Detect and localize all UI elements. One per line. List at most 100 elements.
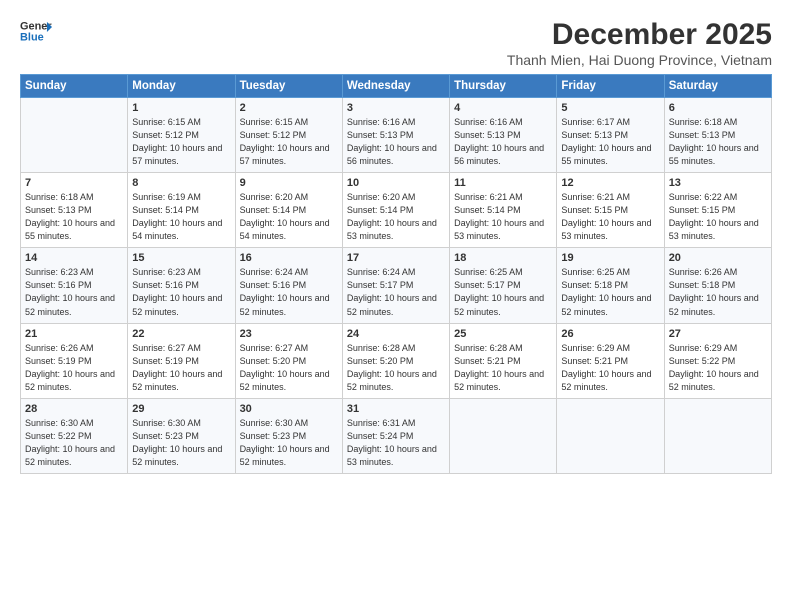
calendar-cell: 21 Sunrise: 6:26 AMSunset: 5:19 PMDaylig… [21, 323, 128, 398]
col-monday: Monday [128, 75, 235, 98]
day-number: 8 [132, 177, 230, 189]
day-number: 19 [561, 252, 659, 264]
col-thursday: Thursday [450, 75, 557, 98]
day-number: 27 [669, 328, 767, 340]
day-number: 26 [561, 328, 659, 340]
calendar-cell: 2 Sunrise: 6:15 AMSunset: 5:12 PMDayligh… [235, 98, 342, 173]
cell-content: Sunrise: 6:24 AMSunset: 5:16 PMDaylight:… [240, 266, 338, 318]
calendar-cell: 18 Sunrise: 6:25 AMSunset: 5:17 PMDaylig… [450, 248, 557, 323]
cell-content: Sunrise: 6:20 AMSunset: 5:14 PMDaylight:… [347, 191, 445, 243]
day-number: 1 [132, 102, 230, 114]
cell-content: Sunrise: 6:30 AMSunset: 5:23 PMDaylight:… [132, 417, 230, 469]
cell-content: Sunrise: 6:30 AMSunset: 5:23 PMDaylight:… [240, 417, 338, 469]
calendar-cell [450, 398, 557, 473]
day-number: 10 [347, 177, 445, 189]
calendar-week-5: 28 Sunrise: 6:30 AMSunset: 5:22 PMDaylig… [21, 398, 772, 473]
calendar-cell: 26 Sunrise: 6:29 AMSunset: 5:21 PMDaylig… [557, 323, 664, 398]
cell-content: Sunrise: 6:29 AMSunset: 5:22 PMDaylight:… [669, 342, 767, 394]
calendar-cell: 6 Sunrise: 6:18 AMSunset: 5:13 PMDayligh… [664, 98, 771, 173]
cell-content: Sunrise: 6:27 AMSunset: 5:19 PMDaylight:… [132, 342, 230, 394]
day-number: 25 [454, 328, 552, 340]
logo: General Blue [20, 18, 52, 46]
calendar-cell: 5 Sunrise: 6:17 AMSunset: 5:13 PMDayligh… [557, 98, 664, 173]
calendar-cell: 22 Sunrise: 6:27 AMSunset: 5:19 PMDaylig… [128, 323, 235, 398]
cell-content: Sunrise: 6:15 AMSunset: 5:12 PMDaylight:… [132, 116, 230, 168]
cell-content: Sunrise: 6:22 AMSunset: 5:15 PMDaylight:… [669, 191, 767, 243]
calendar-cell: 9 Sunrise: 6:20 AMSunset: 5:14 PMDayligh… [235, 173, 342, 248]
cell-content: Sunrise: 6:24 AMSunset: 5:17 PMDaylight:… [347, 266, 445, 318]
cell-content: Sunrise: 6:25 AMSunset: 5:18 PMDaylight:… [561, 266, 659, 318]
day-number: 22 [132, 328, 230, 340]
calendar-cell: 4 Sunrise: 6:16 AMSunset: 5:13 PMDayligh… [450, 98, 557, 173]
title-block: December 2025 Thanh Mien, Hai Duong Prov… [507, 18, 772, 68]
cell-content: Sunrise: 6:27 AMSunset: 5:20 PMDaylight:… [240, 342, 338, 394]
day-number: 20 [669, 252, 767, 264]
calendar-cell: 15 Sunrise: 6:23 AMSunset: 5:16 PMDaylig… [128, 248, 235, 323]
cell-content: Sunrise: 6:20 AMSunset: 5:14 PMDaylight:… [240, 191, 338, 243]
calendar-cell: 27 Sunrise: 6:29 AMSunset: 5:22 PMDaylig… [664, 323, 771, 398]
day-number: 13 [669, 177, 767, 189]
cell-content: Sunrise: 6:16 AMSunset: 5:13 PMDaylight:… [347, 116, 445, 168]
cell-content: Sunrise: 6:28 AMSunset: 5:21 PMDaylight:… [454, 342, 552, 394]
calendar-cell: 14 Sunrise: 6:23 AMSunset: 5:16 PMDaylig… [21, 248, 128, 323]
col-wednesday: Wednesday [342, 75, 449, 98]
cell-content: Sunrise: 6:23 AMSunset: 5:16 PMDaylight:… [132, 266, 230, 318]
header-row: Sunday Monday Tuesday Wednesday Thursday… [21, 75, 772, 98]
cell-content: Sunrise: 6:29 AMSunset: 5:21 PMDaylight:… [561, 342, 659, 394]
calendar-cell: 20 Sunrise: 6:26 AMSunset: 5:18 PMDaylig… [664, 248, 771, 323]
svg-text:Blue: Blue [20, 31, 44, 43]
cell-content: Sunrise: 6:26 AMSunset: 5:19 PMDaylight:… [25, 342, 123, 394]
calendar-cell: 31 Sunrise: 6:31 AMSunset: 5:24 PMDaylig… [342, 398, 449, 473]
calendar-cell: 25 Sunrise: 6:28 AMSunset: 5:21 PMDaylig… [450, 323, 557, 398]
subtitle: Thanh Mien, Hai Duong Province, Vietnam [507, 52, 772, 68]
day-number: 3 [347, 102, 445, 114]
calendar-cell: 17 Sunrise: 6:24 AMSunset: 5:17 PMDaylig… [342, 248, 449, 323]
col-saturday: Saturday [664, 75, 771, 98]
calendar-cell: 1 Sunrise: 6:15 AMSunset: 5:12 PMDayligh… [128, 98, 235, 173]
day-number: 31 [347, 403, 445, 415]
calendar-cell [557, 398, 664, 473]
cell-content: Sunrise: 6:21 AMSunset: 5:15 PMDaylight:… [561, 191, 659, 243]
cell-content: Sunrise: 6:16 AMSunset: 5:13 PMDaylight:… [454, 116, 552, 168]
day-number: 14 [25, 252, 123, 264]
calendar-cell: 23 Sunrise: 6:27 AMSunset: 5:20 PMDaylig… [235, 323, 342, 398]
calendar-cell: 19 Sunrise: 6:25 AMSunset: 5:18 PMDaylig… [557, 248, 664, 323]
day-number: 11 [454, 177, 552, 189]
calendar-cell: 24 Sunrise: 6:28 AMSunset: 5:20 PMDaylig… [342, 323, 449, 398]
day-number: 7 [25, 177, 123, 189]
col-tuesday: Tuesday [235, 75, 342, 98]
logo-icon: General Blue [20, 18, 52, 46]
col-friday: Friday [557, 75, 664, 98]
calendar-cell [21, 98, 128, 173]
calendar-cell: 8 Sunrise: 6:19 AMSunset: 5:14 PMDayligh… [128, 173, 235, 248]
cell-content: Sunrise: 6:31 AMSunset: 5:24 PMDaylight:… [347, 417, 445, 469]
day-number: 24 [347, 328, 445, 340]
cell-content: Sunrise: 6:28 AMSunset: 5:20 PMDaylight:… [347, 342, 445, 394]
cell-content: Sunrise: 6:18 AMSunset: 5:13 PMDaylight:… [669, 116, 767, 168]
calendar-cell: 3 Sunrise: 6:16 AMSunset: 5:13 PMDayligh… [342, 98, 449, 173]
calendar-cell: 28 Sunrise: 6:30 AMSunset: 5:22 PMDaylig… [21, 398, 128, 473]
day-number: 17 [347, 252, 445, 264]
calendar-week-1: 1 Sunrise: 6:15 AMSunset: 5:12 PMDayligh… [21, 98, 772, 173]
col-sunday: Sunday [21, 75, 128, 98]
calendar-week-4: 21 Sunrise: 6:26 AMSunset: 5:19 PMDaylig… [21, 323, 772, 398]
main-title: December 2025 [507, 18, 772, 52]
calendar-week-3: 14 Sunrise: 6:23 AMSunset: 5:16 PMDaylig… [21, 248, 772, 323]
cell-content: Sunrise: 6:26 AMSunset: 5:18 PMDaylight:… [669, 266, 767, 318]
calendar-cell: 29 Sunrise: 6:30 AMSunset: 5:23 PMDaylig… [128, 398, 235, 473]
day-number: 5 [561, 102, 659, 114]
day-number: 28 [25, 403, 123, 415]
calendar-cell: 13 Sunrise: 6:22 AMSunset: 5:15 PMDaylig… [664, 173, 771, 248]
day-number: 2 [240, 102, 338, 114]
calendar-cell [664, 398, 771, 473]
day-number: 4 [454, 102, 552, 114]
cell-content: Sunrise: 6:25 AMSunset: 5:17 PMDaylight:… [454, 266, 552, 318]
cell-content: Sunrise: 6:17 AMSunset: 5:13 PMDaylight:… [561, 116, 659, 168]
day-number: 21 [25, 328, 123, 340]
day-number: 12 [561, 177, 659, 189]
cell-content: Sunrise: 6:15 AMSunset: 5:12 PMDaylight:… [240, 116, 338, 168]
cell-content: Sunrise: 6:21 AMSunset: 5:14 PMDaylight:… [454, 191, 552, 243]
day-number: 18 [454, 252, 552, 264]
calendar-cell: 30 Sunrise: 6:30 AMSunset: 5:23 PMDaylig… [235, 398, 342, 473]
cell-content: Sunrise: 6:18 AMSunset: 5:13 PMDaylight:… [25, 191, 123, 243]
